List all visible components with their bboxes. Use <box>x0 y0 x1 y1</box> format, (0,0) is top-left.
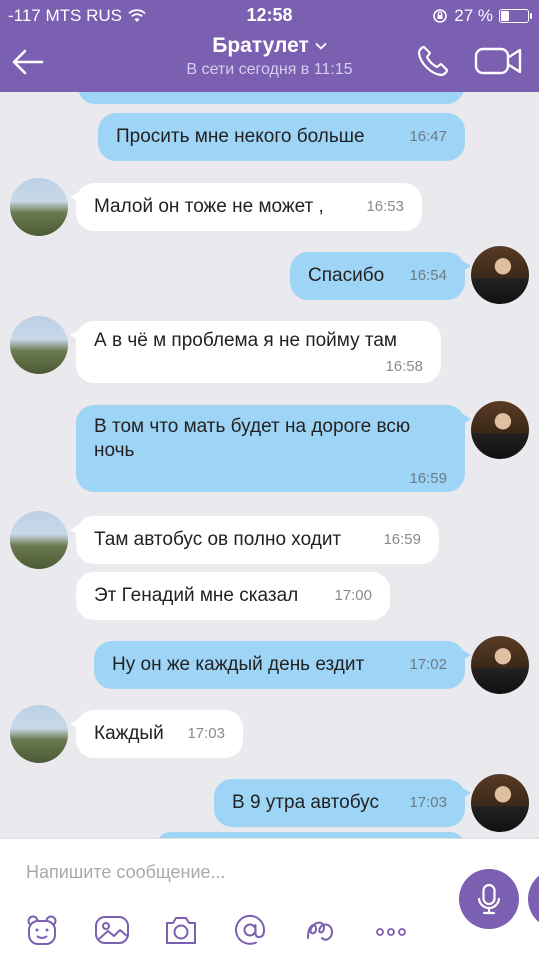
more-icon[interactable] <box>373 912 409 948</box>
voice-message-button[interactable] <box>459 869 519 929</box>
message-text: Эт Генадий мне сказал <box>94 585 299 606</box>
message-time: 16:58 <box>385 358 423 375</box>
message-time: 17:00 <box>334 587 372 604</box>
chevron-down-icon <box>315 42 327 50</box>
presence-status: В сети сегодня в 11:15 <box>186 61 353 78</box>
microphone-icon <box>477 883 501 915</box>
message-time: 16:47 <box>409 128 447 145</box>
chat-title-block[interactable]: Братулет В сети сегодня в 11:15 <box>0 34 539 79</box>
my-avatar <box>471 401 529 459</box>
my-avatar <box>471 636 529 694</box>
battery-percent: 27 % <box>454 6 493 25</box>
message-time: 16:53 <box>366 198 404 215</box>
message-time: 16:59 <box>409 470 447 487</box>
message-bubble-out[interactable]: Спасибо 16:54 <box>290 252 471 300</box>
chat-header: -117 MTS RUS 12:58 27 % Братулет В сети … <box>0 0 539 92</box>
message-text: А в чё м проблема я не пойму там <box>94 330 397 351</box>
message-bubble-out[interactable]: В том что мать будет на дороге всю ночь … <box>76 405 471 492</box>
message-text-line-1: В том что мать будет на дороге всю <box>94 416 411 437</box>
message-text: Там автобус ов полно ходит <box>94 529 342 550</box>
message-time: 16:54 <box>409 267 447 284</box>
message-text: Ну он же каждый день ездит <box>112 654 365 675</box>
message-bubble-in[interactable]: Малой он тоже не может , 16:53 <box>70 183 422 231</box>
message-input[interactable] <box>26 859 426 885</box>
mention-icon[interactable] <box>232 912 268 948</box>
camera-icon[interactable] <box>163 912 199 948</box>
rotation-lock-icon <box>433 9 448 23</box>
contact-avatar[interactable] <box>10 316 68 374</box>
message-text-line-2: ночь <box>94 440 135 461</box>
battery-icon <box>499 9 532 23</box>
video-call-icon[interactable] <box>474 46 522 76</box>
contact-name: Братулет <box>212 34 309 57</box>
message-bubble-out[interactable]: В 9 утра автобус 17:03 <box>214 779 471 827</box>
status-bar: -117 MTS RUS 12:58 27 % <box>0 0 539 30</box>
battery-level <box>501 11 509 21</box>
message-time: 17:02 <box>409 656 447 673</box>
doodle-icon[interactable] <box>302 912 338 948</box>
my-avatar <box>471 246 529 304</box>
message-text: В 9 утра автобус <box>232 792 379 813</box>
message-text: Каждый <box>94 723 164 744</box>
message-time: 17:03 <box>409 794 447 811</box>
message-text: Малой он тоже не может , <box>94 196 324 217</box>
message-time: 16:59 <box>383 531 421 548</box>
phone-call-icon[interactable] <box>416 44 450 78</box>
my-avatar <box>471 774 529 832</box>
message-time: 17:03 <box>187 725 225 742</box>
contact-avatar[interactable] <box>10 705 68 763</box>
message-text: Просить мне некого больше <box>116 126 365 147</box>
gallery-icon[interactable] <box>94 912 130 948</box>
message-list[interactable]: Просить мне некого больше 16:47 Малой он… <box>0 0 539 838</box>
message-text: Спасибо <box>308 265 385 286</box>
contact-avatar[interactable] <box>10 511 68 569</box>
message-bubble-in[interactable]: Каждый 17:03 <box>70 710 243 758</box>
message-bubble-out[interactable]: Просить мне некого больше 16:47 <box>98 113 465 161</box>
message-bubble-in[interactable]: Там автобус ов полно ходит 16:59 <box>70 516 439 564</box>
sticker-icon[interactable] <box>24 912 60 948</box>
message-bubble-in[interactable]: Эт Генадий мне сказал 17:00 <box>76 572 390 620</box>
message-bubble-out[interactable]: Ну он же каждый день ездит 17:02 <box>94 641 471 689</box>
message-bubble-in[interactable]: А в чё м проблема я не пойму там 16:58 <box>70 321 441 383</box>
contact-avatar[interactable] <box>10 178 68 236</box>
